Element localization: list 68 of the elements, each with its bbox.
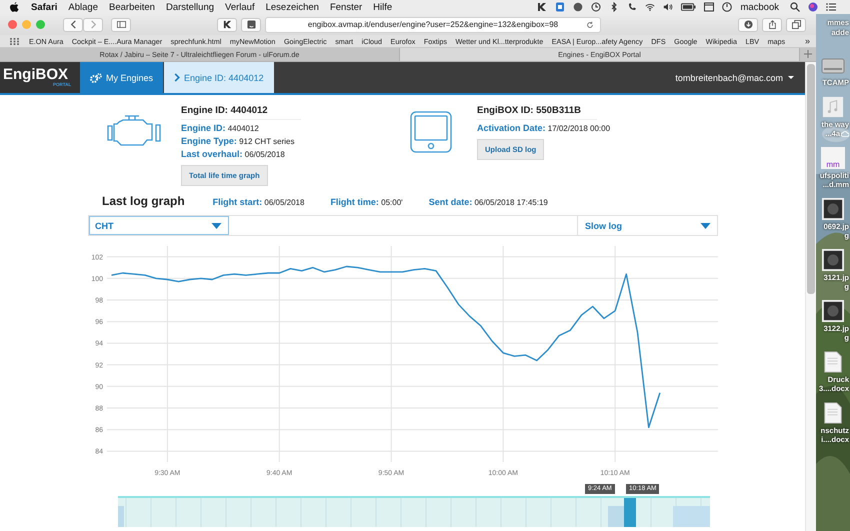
apple-icon[interactable] bbox=[10, 2, 19, 12]
photo-icon[interactable] bbox=[821, 198, 845, 220]
battery-icon[interactable] bbox=[681, 2, 696, 12]
engibox-title: EngiBOX ID: 550B311B bbox=[477, 105, 597, 120]
new-tab-icon[interactable] bbox=[803, 49, 813, 59]
grid-icon[interactable] bbox=[10, 38, 19, 44]
chevron-icon bbox=[174, 73, 180, 82]
download-icon bbox=[744, 20, 752, 29]
photo-icon[interactable] bbox=[821, 300, 845, 322]
download-button[interactable] bbox=[738, 18, 758, 32]
wifi-icon[interactable] bbox=[645, 2, 656, 12]
engine-field: Engine ID: 4404012 bbox=[181, 123, 259, 133]
menu-item[interactable]: Fenster bbox=[330, 2, 362, 12]
sidebar-icon bbox=[116, 20, 126, 29]
extension-button[interactable] bbox=[217, 18, 237, 32]
menu-item[interactable]: Verlauf bbox=[225, 2, 255, 12]
document-icon[interactable]: mm bbox=[821, 146, 845, 168]
flight-info: Sent date: 06/05/2018 17:45:19 bbox=[428, 197, 548, 207]
engine-title: Engine ID: 4404012 bbox=[181, 105, 301, 120]
clock-icon[interactable] bbox=[591, 2, 602, 12]
list-icon[interactable] bbox=[826, 2, 836, 12]
engine-field: Engine Type: 912 CHT series bbox=[181, 136, 294, 146]
address-field[interactable]: engibox.avmap.it/enduser/engine?user=252&engine=132&engibox=98 bbox=[265, 16, 601, 32]
volume-icon[interactable] bbox=[663, 2, 674, 12]
phone-icon[interactable] bbox=[627, 2, 638, 12]
search-icon[interactable] bbox=[790, 2, 800, 12]
menu-item[interactable]: Hilfe bbox=[373, 2, 392, 12]
more-bookmarks-button[interactable]: » bbox=[804, 36, 810, 46]
share-icon bbox=[768, 20, 776, 29]
back-button[interactable] bbox=[63, 18, 83, 32]
flight-info: Flight time: 05:00' bbox=[330, 197, 403, 207]
photo-icon[interactable] bbox=[821, 248, 845, 270]
engibox-field: Activation Date: 17/02/2018 00:00 bbox=[477, 123, 610, 133]
menu-item[interactable]: Bearbeiten bbox=[109, 2, 155, 12]
tabs-button[interactable] bbox=[786, 18, 806, 32]
gears-icon bbox=[90, 72, 102, 82]
dropdown-icon bbox=[700, 222, 711, 228]
share-button[interactable] bbox=[762, 18, 782, 32]
box-icon bbox=[246, 20, 256, 29]
caret-icon bbox=[788, 76, 794, 80]
reload-icon[interactable] bbox=[586, 20, 594, 28]
log-type-dropdown[interactable]: Slow log bbox=[577, 216, 717, 235]
chevron-right-icon bbox=[88, 20, 98, 29]
tablet-icon bbox=[410, 111, 452, 153]
nav-tab[interactable]: My Engines bbox=[80, 62, 164, 93]
flight-info: Flight start: 06/05/2018 bbox=[212, 197, 304, 207]
channel-dropdown[interactable]: CHT bbox=[89, 216, 229, 235]
dropdown-icon bbox=[211, 222, 222, 228]
menu-item[interactable]: Safari bbox=[31, 2, 58, 12]
engine-field: Last overhaul: 06/05/2018 bbox=[181, 149, 285, 159]
menu-item[interactable]: Darstellung bbox=[166, 2, 214, 12]
menu-item[interactable]: Lesezeichen bbox=[266, 2, 319, 12]
display-icon[interactable] bbox=[704, 2, 714, 12]
scrollbar-thumb[interactable] bbox=[807, 64, 815, 294]
app-icon[interactable] bbox=[537, 2, 548, 12]
siri-icon[interactable] bbox=[808, 2, 818, 12]
extension-button[interactable] bbox=[241, 18, 261, 32]
user-menu[interactable]: tombreitenbach@mac.com bbox=[675, 62, 805, 93]
menu-item[interactable]: Ablage bbox=[68, 2, 98, 12]
section-title: Last log graph bbox=[102, 194, 185, 208]
sidebar-button[interactable] bbox=[111, 18, 131, 32]
bluetooth-icon[interactable] bbox=[609, 2, 620, 12]
k-icon bbox=[222, 20, 232, 29]
clock-icon[interactable] bbox=[722, 2, 732, 12]
tabs-icon bbox=[792, 20, 800, 29]
user-name[interactable]: macbook bbox=[740, 2, 779, 12]
chevron-left-icon bbox=[68, 20, 78, 29]
breadcrumb-link[interactable]: Engine ID: 4404012 bbox=[164, 62, 274, 93]
